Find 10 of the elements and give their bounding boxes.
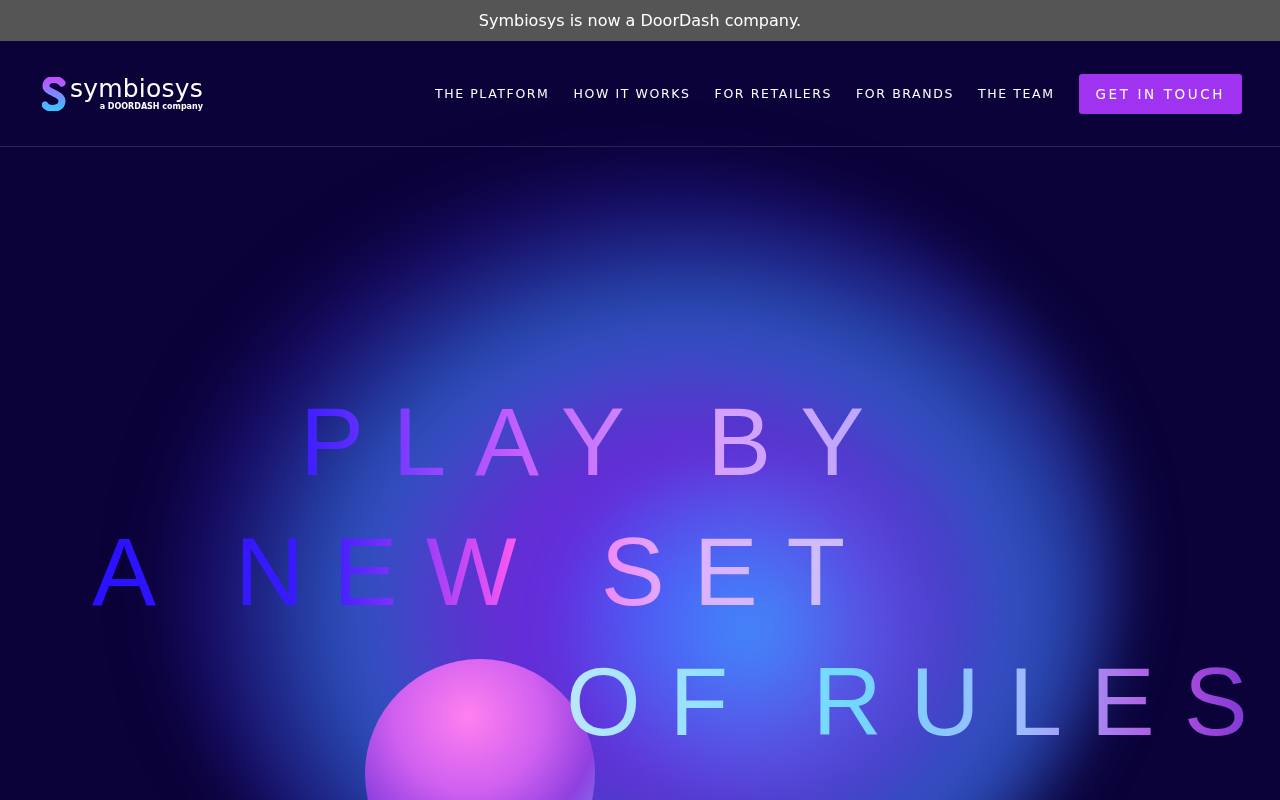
nav-link[interactable]: THE TEAM (978, 86, 1055, 101)
logo-icon (42, 76, 66, 111)
logo-tagline: a DOORDASH company (99, 102, 203, 111)
announcement-bar: Symbiosys is now a DoorDash company. (0, 0, 1280, 41)
nav-link[interactable]: THE PLATFORM (434, 86, 550, 101)
nav-link[interactable]: HOW IT WORKS (573, 86, 691, 101)
logo-wordmark: symbiosys (70, 76, 203, 102)
nav-link[interactable]: FOR BRANDS (856, 86, 954, 101)
nav-link[interactable]: FOR RETAILERS (714, 86, 833, 101)
get-in-touch-button[interactable]: GET IN TOUCH (1078, 73, 1242, 114)
